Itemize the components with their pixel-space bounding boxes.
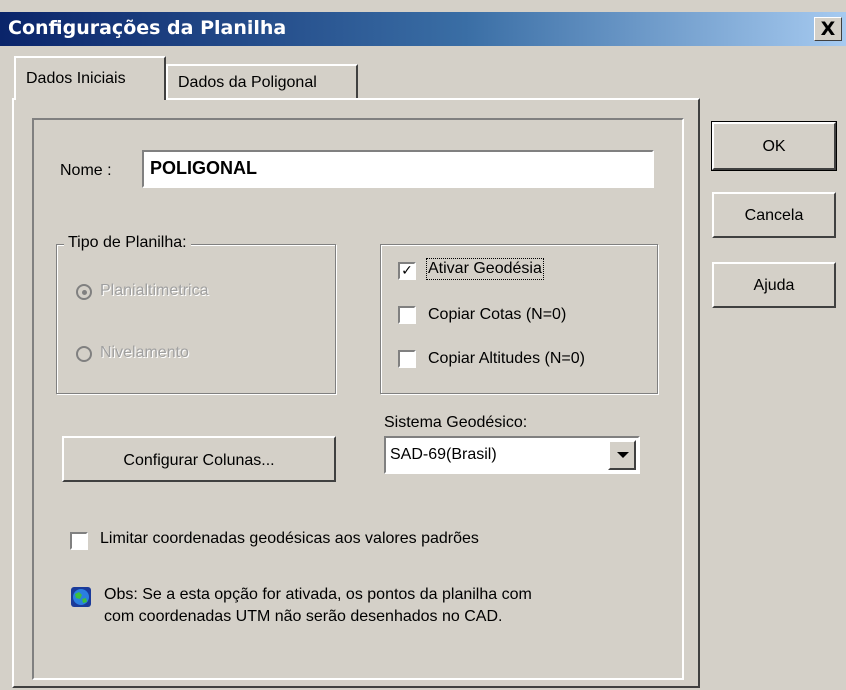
tab-label: Dados da Poligonal xyxy=(178,74,317,91)
help-button[interactable]: Ajuda xyxy=(712,262,836,308)
tab-dados-poligonal[interactable]: Dados da Poligonal xyxy=(166,64,358,98)
name-label-text: Nome : xyxy=(60,162,112,179)
radio-nivelamento-label: Nivelamento xyxy=(100,344,189,361)
name-label: Nome : xyxy=(60,162,112,180)
radio-planialtimetrica-label: Planialtimetrica xyxy=(100,282,209,299)
sistema-geodesico-label: Sistema Geodésico: xyxy=(384,414,528,431)
checkbox-ativar-geodesia-label: Ativar Geodésia xyxy=(426,258,544,280)
checkbox-limitar-coordenadas[interactable] xyxy=(70,532,88,550)
checkbox-ativar-geodesia[interactable]: ✓ xyxy=(398,262,416,280)
title-bar: Configurações da Planilha X xyxy=(0,12,846,46)
configurar-colunas-label: Configurar Colunas... xyxy=(123,452,275,469)
chevron-down-icon[interactable] xyxy=(608,440,636,470)
tab-label: Dados Iniciais xyxy=(26,70,126,87)
close-button[interactable]: X xyxy=(814,17,842,41)
name-input[interactable]: POLIGONAL xyxy=(142,150,654,188)
checkbox-copiar-altitudes[interactable] xyxy=(398,350,416,368)
note-line-2: com coordenadas UTM não serão desenhados… xyxy=(104,608,503,625)
checkbox-copiar-altitudes-label: Copiar Altitudes (N=0) xyxy=(428,350,585,367)
sistema-geodesico-select[interactable]: SAD-69(Brasil) xyxy=(384,436,640,474)
radio-nivelamento[interactable] xyxy=(76,346,92,362)
checkbox-limitar-label: Limitar coordenadas geodésicas aos valor… xyxy=(100,530,479,547)
cancel-button[interactable]: Cancela xyxy=(712,192,836,238)
tipo-planilha-group xyxy=(56,244,336,394)
cancel-label: Cancela xyxy=(744,207,804,224)
checkbox-copiar-cotas[interactable] xyxy=(398,306,416,324)
note-line-1: Obs: Se a esta opção for ativada, os pon… xyxy=(104,586,532,603)
configurar-colunas-button[interactable]: Configurar Colunas... xyxy=(62,436,336,482)
top-margin xyxy=(0,0,846,12)
tab-dados-iniciais[interactable]: Dados Iniciais xyxy=(14,56,166,100)
name-input-value: POLIGONAL xyxy=(150,158,257,178)
globe-icon xyxy=(71,587,91,607)
ok-button[interactable]: OK xyxy=(711,121,837,171)
help-label: Ajuda xyxy=(753,277,795,294)
close-icon: X xyxy=(820,18,836,40)
sistema-geodesico-value: SAD-69(Brasil) xyxy=(390,446,497,463)
checkbox-copiar-cotas-label: Copiar Cotas (N=0) xyxy=(428,306,567,323)
ok-label: OK xyxy=(762,138,786,155)
tipo-planilha-legend: Tipo de Planilha: xyxy=(64,234,191,252)
window-title: Configurações da Planilha xyxy=(8,17,287,39)
radio-planialtimetrica[interactable] xyxy=(76,284,92,300)
